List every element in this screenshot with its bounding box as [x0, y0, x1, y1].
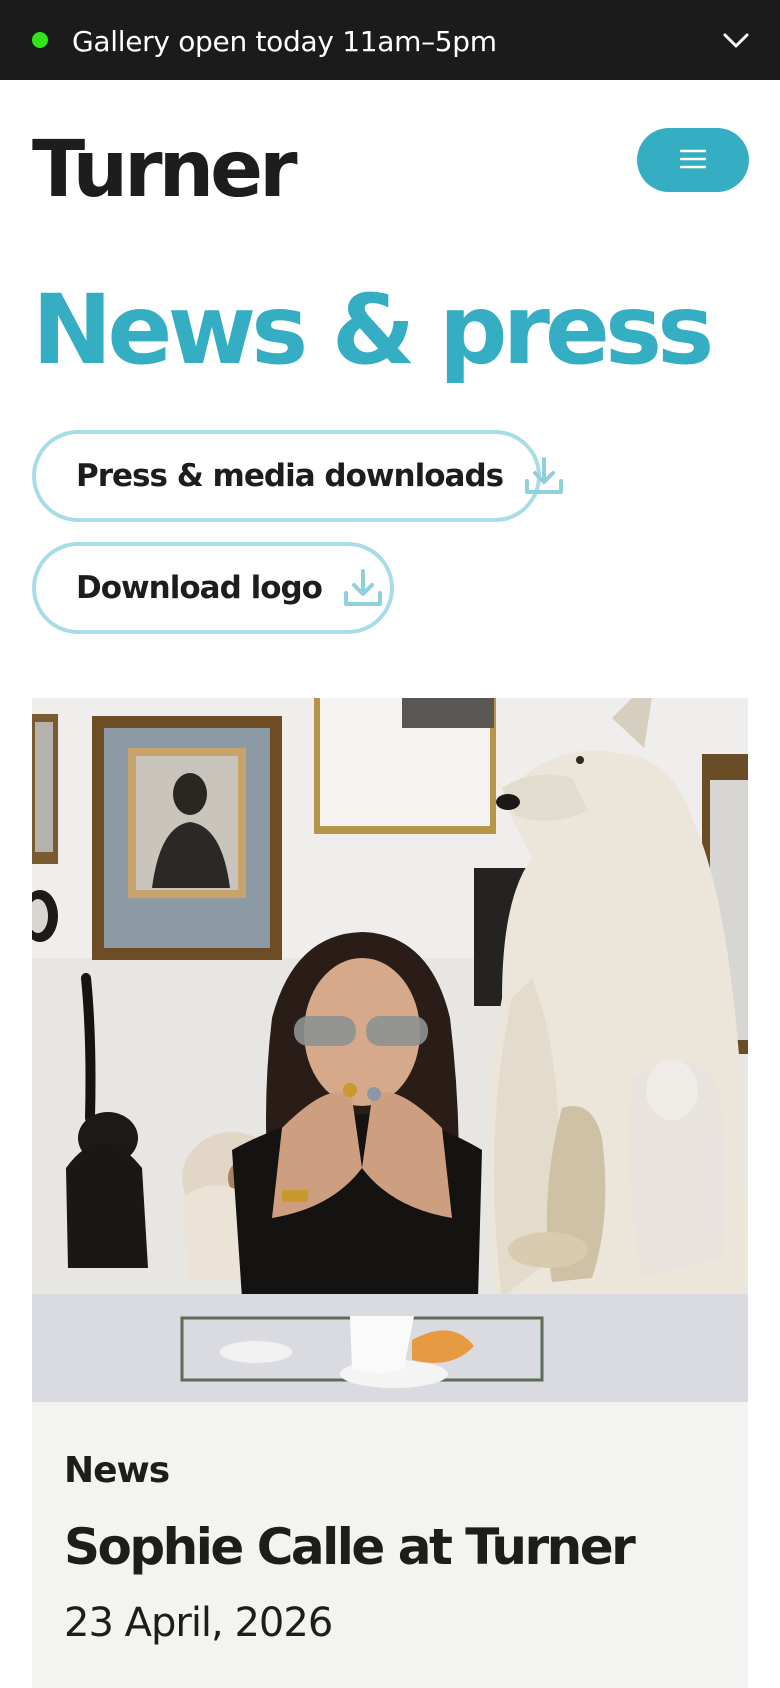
- download-icon: [342, 567, 384, 609]
- press-media-downloads-label: Press & media downloads: [76, 458, 504, 494]
- announcement-bar: Gallery open today 11am–5pm: [0, 0, 780, 80]
- hamburger-icon: [679, 148, 707, 173]
- article-headline[interactable]: Sophie Calle at Turner: [64, 1518, 636, 1576]
- download-logo-label: Download logo: [76, 570, 323, 606]
- download-icon: [523, 455, 565, 497]
- page-title: News & press: [32, 274, 714, 386]
- article-category: News: [64, 1450, 170, 1491]
- menu-button[interactable]: [637, 128, 749, 192]
- press-media-downloads-button[interactable]: Press & media downloads: [32, 430, 564, 522]
- featured-article-photo: [32, 698, 748, 1402]
- gallery-hours-text: Gallery open today 11am–5pm: [72, 25, 497, 58]
- download-logo-button[interactable]: Download logo: [32, 542, 394, 634]
- article-date: 23 April, 2026: [64, 1600, 333, 1646]
- site-logo[interactable]: Turner: [32, 124, 298, 216]
- chevron-down-icon[interactable]: [720, 24, 752, 56]
- open-status-indicator: [32, 32, 48, 48]
- featured-news-card[interactable]: News Sophie Calle at Turner 23 April, 20…: [32, 698, 748, 1688]
